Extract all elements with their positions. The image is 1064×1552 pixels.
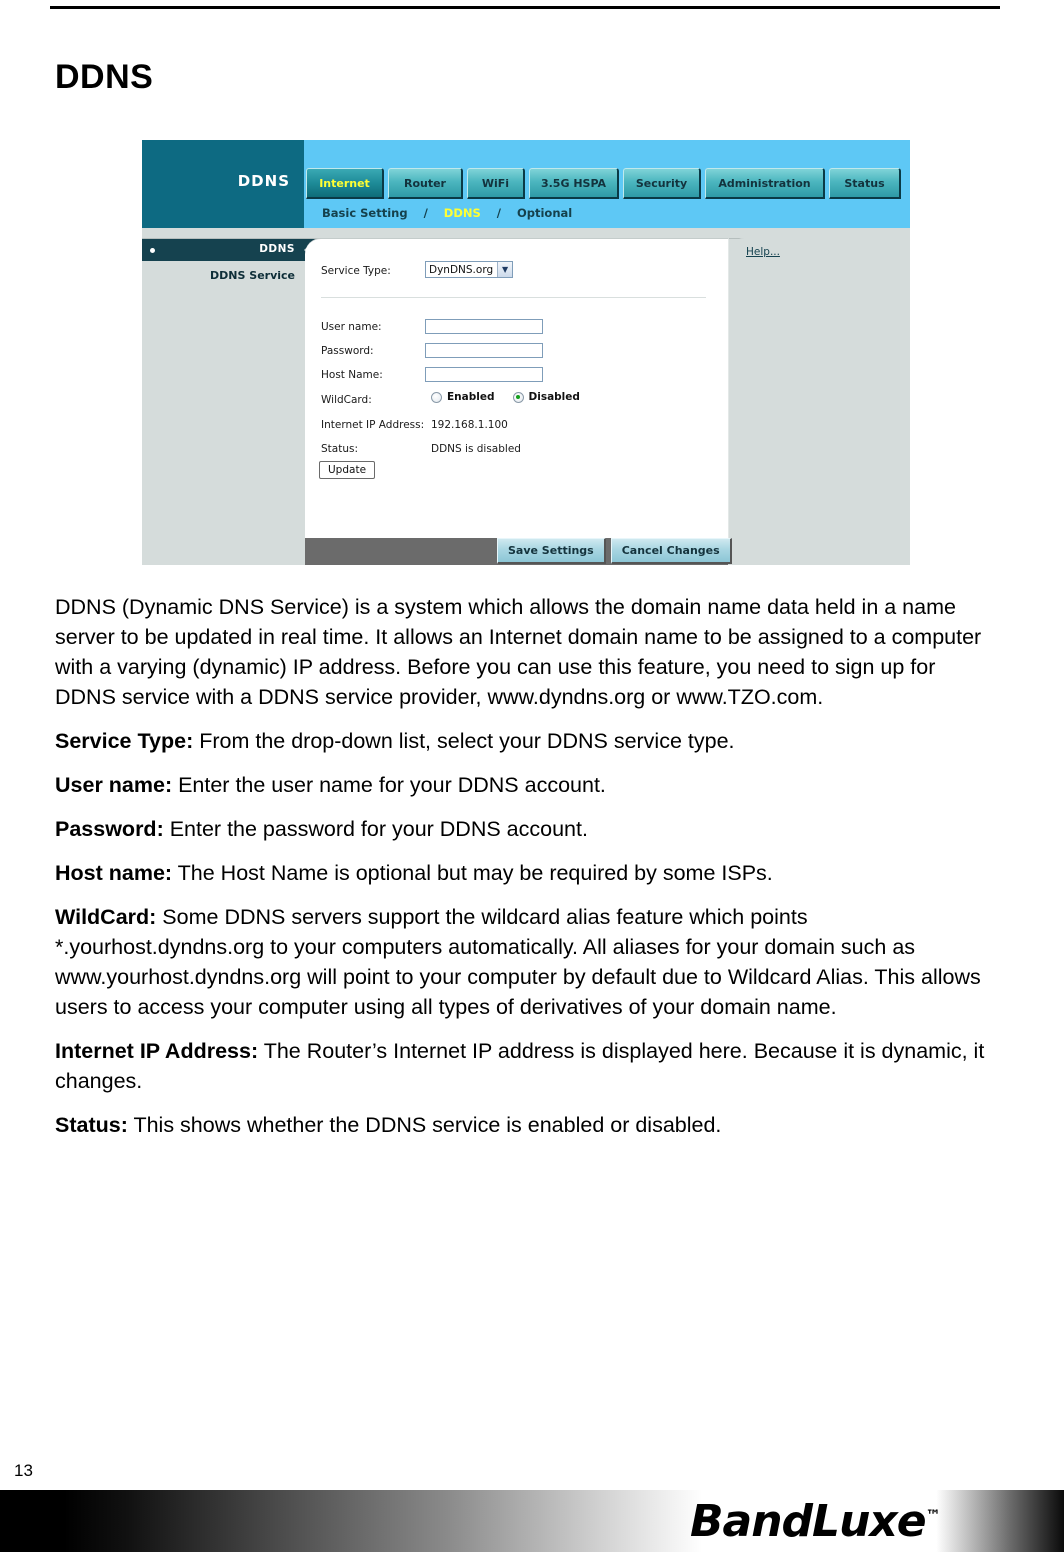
router-brand-box: DDNS [142,140,304,228]
internet-ip-value: 192.168.1.100 [431,419,508,431]
desc-service-type: From the drop-down list, select your DDN… [193,729,735,753]
term-service-type: Service Type: [55,729,194,753]
username-input-wrap [425,319,543,334]
password-label: Password: [321,345,374,357]
update-button-wrap: Update [319,461,376,479]
username-input[interactable] [425,319,543,334]
update-button[interactable]: Update [319,461,376,479]
trademark-icon: ™ [925,1506,941,1525]
desc-wildcard: Some DDNS servers support the wildcard a… [55,905,981,1019]
sidebar-header-label: DDNS [259,243,295,255]
subnav-optional[interactable]: Optional [517,206,572,220]
paragraph-internet-ip-address: Internet IP Address: The Router’s Intern… [55,1036,1000,1096]
wildcard-disabled-label: Disabled [528,391,580,403]
service-type-value: DynDNS.org [429,263,494,276]
tab-internet[interactable]: Internet [306,168,384,199]
desc-password: Enter the password for your DDNS account… [163,817,588,841]
subnav-separator-2: / [496,206,501,220]
term-wildcard: WildCard: [55,905,157,929]
router-content-panel: Service Type: DynDNS.org ▼ User name: Pa… [305,238,729,539]
router-footer-buttons: Save Settings Cancel Changes [497,538,732,564]
hostname-label: Host Name: [321,369,383,381]
page-number: 13 [14,1461,33,1480]
term-internet-ip-address: Internet IP Address: [55,1039,259,1063]
chevron-down-icon[interactable]: ▼ [497,262,513,277]
router-subnav: Basic Setting / DDNS / Optional [322,206,572,220]
router-brand-label: DDNS [237,172,290,190]
desc-status: This shows whether the DDNS service is e… [127,1113,722,1137]
wildcard-label: WildCard: [321,394,372,406]
term-status: Status: [55,1113,128,1137]
paragraph-intro: DDNS (Dynamic DNS Service) is a system w… [55,595,982,709]
term-password: Password: [55,817,164,841]
paragraph-user-name: User name: Enter the user name for your … [55,770,1000,800]
router-ui-screenshot: DDNS Internet Router WiFi 3.5G HSPA Secu… [142,140,910,565]
brand-logo-text: BandLuxe [690,1496,927,1547]
sidebar-bullet-icon [150,248,155,253]
help-link[interactable]: Help... [746,246,780,258]
wildcard-radio-group: Enabled Disabled [431,391,580,403]
password-input[interactable] [425,343,543,358]
wildcard-enabled-label: Enabled [447,391,495,403]
status-label: Status: [321,443,358,455]
body-copy: DDNS (Dynamic DNS Service) is a system w… [55,592,1000,1154]
subnav-basic-setting[interactable]: Basic Setting [322,206,408,220]
hostname-input-wrap [425,367,543,382]
radio-unchecked-icon[interactable] [431,391,442,403]
page-title: DDNS [55,58,154,96]
paragraph-host-name: Host name: The Host Name is optional but… [55,858,1000,888]
brand-logo: BandLuxe™ [690,1496,941,1547]
service-type-label: Service Type: [321,265,391,277]
tab-administration[interactable]: Administration [705,168,825,199]
desc-user-name: Enter the user name for your DDNS accoun… [172,773,606,797]
term-host-name: Host name: [55,861,173,885]
term-user-name: User name: [55,773,173,797]
tab-status[interactable]: Status [829,168,901,199]
router-sidebar: DDNS DDNS Service [142,239,304,565]
radio-checked-icon[interactable] [512,391,524,403]
router-tab-bar: Internet Router WiFi 3.5G HSPA Security … [306,168,901,199]
paragraph-password: Password: Enter the password for your DD… [55,814,1000,844]
subnav-ddns[interactable]: DDNS [444,206,481,220]
tab-security[interactable]: Security [623,168,701,199]
desc-host-name: The Host Name is optional but may be req… [172,861,773,885]
password-input-wrap [425,343,543,358]
hostname-input[interactable] [425,367,543,382]
sidebar-header: DDNS [142,239,304,261]
sidebar-item-ddns-service[interactable]: DDNS Service [210,269,295,282]
header-rule [50,6,1000,9]
save-settings-button[interactable]: Save Settings [497,538,606,564]
wildcard-enabled-option[interactable]: Enabled [431,391,495,403]
paragraph-wildcard: WildCard: Some DDNS servers support the … [55,902,1000,1022]
tab-wifi[interactable]: WiFi [467,168,525,199]
wildcard-disabled-option[interactable]: Disabled [512,391,580,403]
paragraph-status: Status: This shows whether the DDNS serv… [55,1110,1000,1140]
tab-router[interactable]: Router [388,168,463,199]
router-help-panel: Help... [730,238,910,565]
cancel-changes-button[interactable]: Cancel Changes [610,538,732,564]
subnav-separator-1: / [423,206,428,220]
content-divider [321,297,706,298]
internet-ip-label: Internet IP Address: [321,419,425,431]
status-value: DDNS is disabled [431,443,521,455]
service-type-select[interactable]: DynDNS.org ▼ [425,261,514,278]
paragraph-service-type: Service Type: From the drop-down list, s… [55,726,1000,756]
username-label: User name: [321,321,382,333]
tab-3-5g-hspa[interactable]: 3.5G HSPA [529,168,619,199]
